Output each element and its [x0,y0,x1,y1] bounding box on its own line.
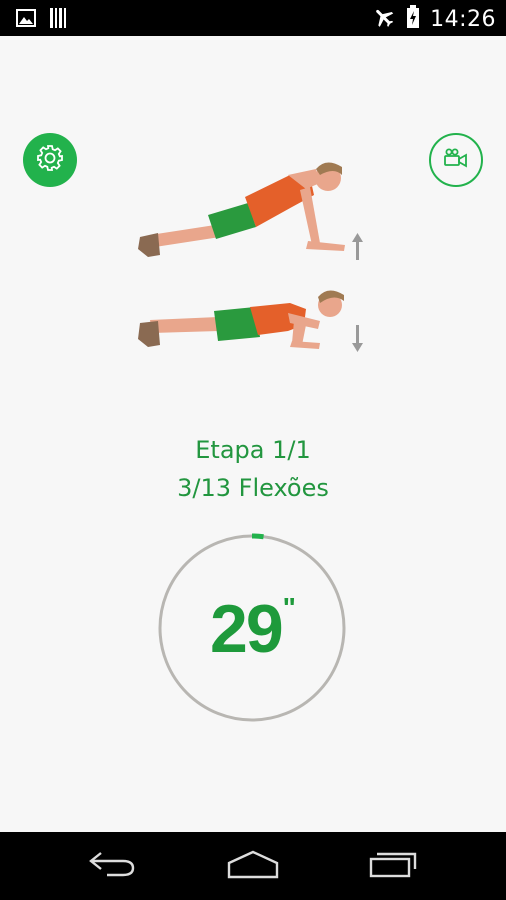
image-notification-icon [16,9,36,32]
pushup-up-figure [138,162,345,257]
gear-icon [35,143,65,178]
status-clock: 14:26 [430,7,496,32]
timer-seconds: 29 [210,591,284,667]
pushup-down-figure [138,290,344,349]
down-arrow-icon [352,325,363,352]
navigation-bar [0,832,506,900]
timer-unit: " [282,592,296,623]
timer-ring-progress [251,533,264,540]
reps-label: 3/13 Flexões [177,474,329,502]
airplane-mode-icon [372,5,396,34]
video-button[interactable] [429,133,483,187]
stage-label: Etapa 1/1 [195,436,311,464]
back-button[interactable] [82,848,142,884]
status-bar: 14:26 [0,0,506,36]
settings-button[interactable] [23,133,77,187]
home-icon [225,849,281,884]
timer-value: 29" [157,590,347,668]
recent-apps-icon [368,849,420,884]
pushup-illustration [120,145,380,365]
home-button[interactable] [223,848,283,884]
up-arrow-icon [352,233,363,260]
recent-apps-button[interactable] [364,848,424,884]
video-camera-icon [443,148,469,173]
battery-charging-icon [406,5,420,34]
back-icon [87,850,137,883]
barcode-notification-icon [50,8,68,33]
